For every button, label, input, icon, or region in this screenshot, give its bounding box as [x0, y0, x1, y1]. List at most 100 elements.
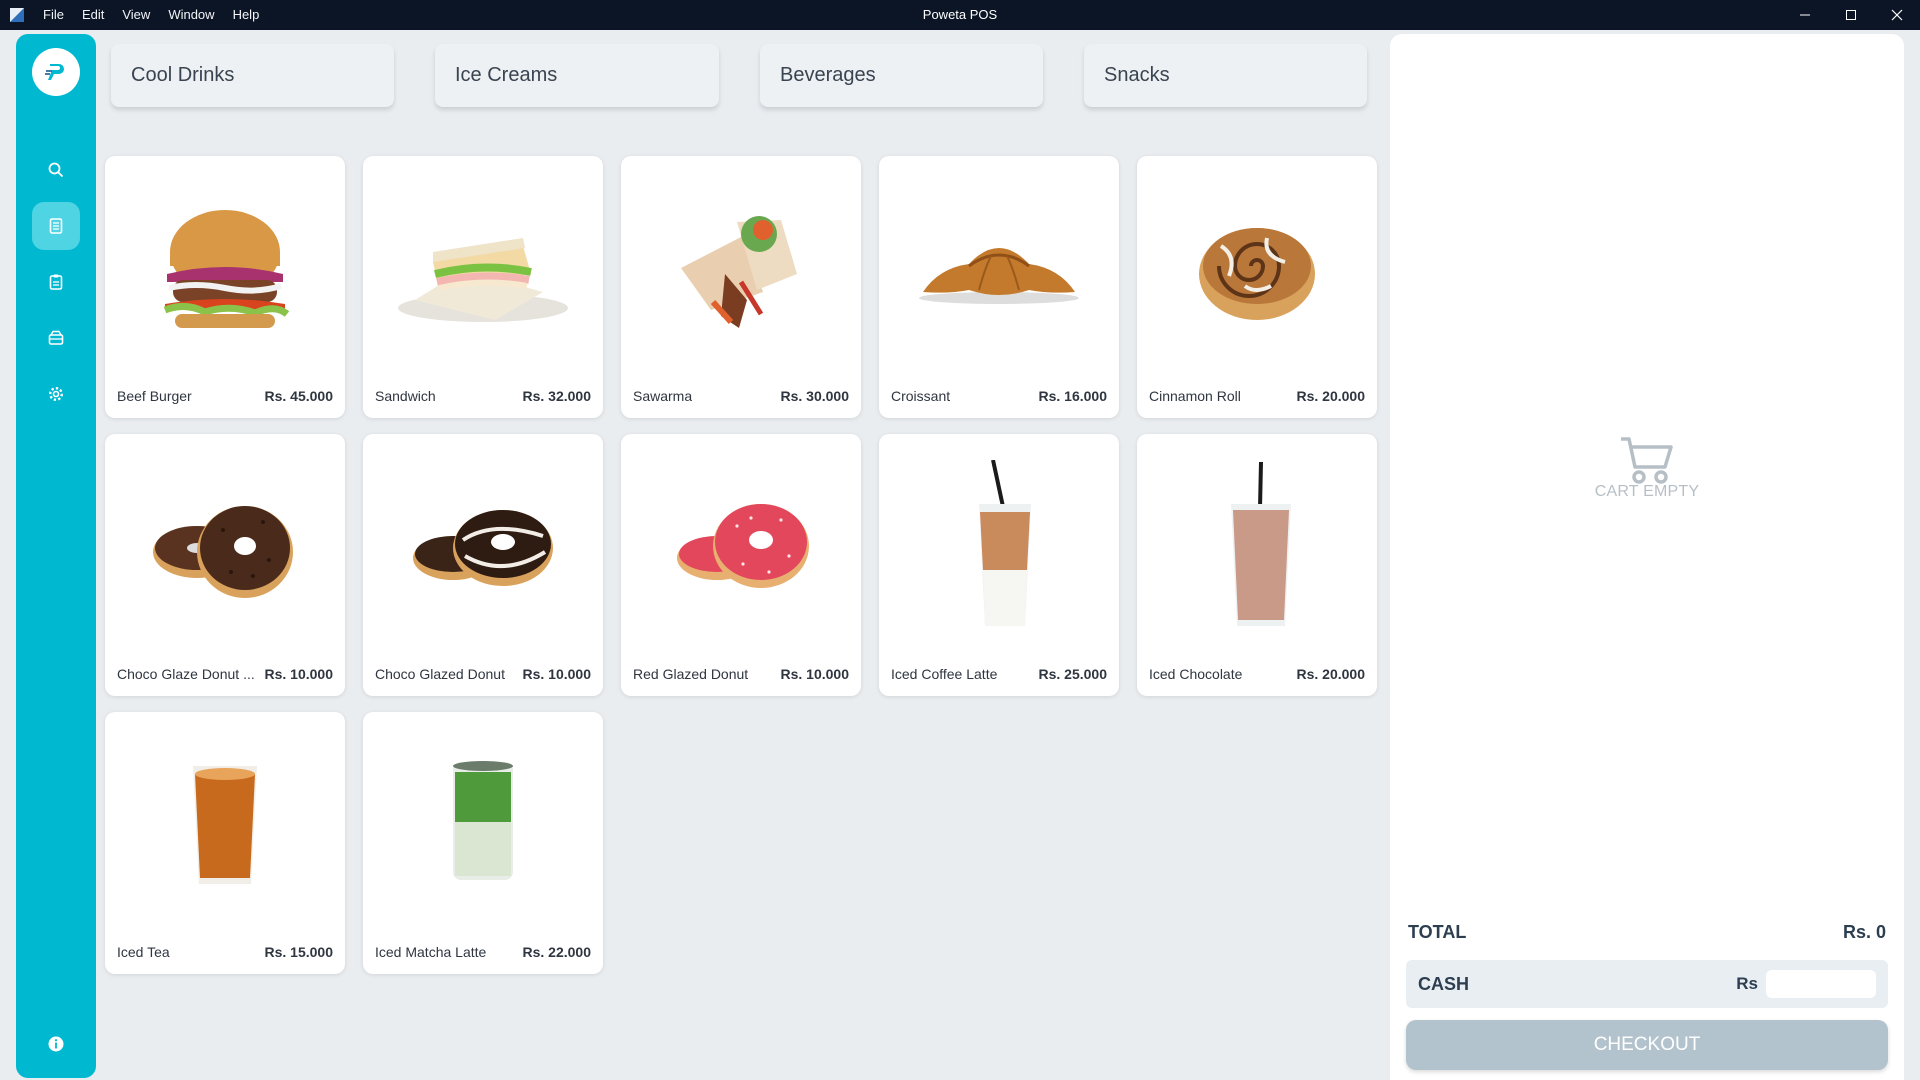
- category-tab-beverages[interactable]: Beverages: [760, 44, 1043, 107]
- product-card-sandwich[interactable]: Sandwich Rs. 32.000: [363, 156, 603, 418]
- product-image: [383, 452, 583, 638]
- product-card-iced-chocolate[interactable]: Iced Chocolate Rs. 20.000: [1137, 434, 1377, 696]
- window-controls: [1782, 0, 1920, 30]
- minimize-button[interactable]: [1782, 0, 1828, 30]
- cart-icon: [1621, 437, 1673, 484]
- sidebar: [16, 34, 96, 1078]
- category-tab-ice-creams[interactable]: Ice Creams: [435, 44, 719, 107]
- product-price: Rs. 10.000: [264, 666, 334, 682]
- maximize-icon: [1846, 10, 1856, 20]
- product-image: [641, 452, 841, 638]
- product-name: Iced Matcha Latte: [375, 944, 487, 960]
- product-name: Cinnamon Roll: [1149, 388, 1241, 404]
- product-name: Iced Chocolate: [1149, 666, 1243, 682]
- menu-help[interactable]: Help: [224, 0, 269, 30]
- sidebar-item-search[interactable]: [32, 146, 80, 194]
- product-name: Sawarma: [633, 388, 693, 404]
- product-price: Rs. 20.000: [1296, 666, 1366, 682]
- product-image: [899, 452, 1099, 638]
- product-price: Rs. 25.000: [1038, 666, 1108, 682]
- donut-choco-sprinkle-image: [153, 506, 293, 598]
- iced-chocolate-image: [1231, 461, 1291, 626]
- product-card-cinnamon-roll[interactable]: Cinnamon Roll Rs. 20.000: [1137, 156, 1377, 418]
- menu-bar: File Edit View Window Help: [34, 0, 268, 30]
- burger-image: [163, 210, 290, 328]
- info-button[interactable]: [32, 1020, 80, 1068]
- product-card-iced-matcha-latte[interactable]: Iced Matcha Latte Rs. 22.000: [363, 712, 603, 974]
- product-price: Rs. 20.000: [1296, 388, 1366, 404]
- inventory-icon: [48, 330, 64, 345]
- menu-view[interactable]: View: [113, 0, 159, 30]
- sidebar-item-inventory[interactable]: [32, 314, 80, 362]
- sandwich-image: [398, 238, 568, 322]
- iced-latte-image: [979, 460, 1031, 626]
- product-image: [641, 174, 841, 360]
- total-value: Rs. 0: [1842, 922, 1886, 942]
- sidebar-item-clipboard[interactable]: [32, 258, 80, 306]
- cash-input[interactable]: [1766, 970, 1876, 998]
- minimize-icon: [1800, 14, 1810, 16]
- product-price: Rs. 10.000: [780, 666, 850, 682]
- poweta-logo-icon: [45, 64, 64, 80]
- wrap-image: [681, 216, 797, 328]
- croissant-image: [919, 248, 1079, 304]
- window-title: Poweta POS: [922, 7, 998, 22]
- product-image: [125, 452, 325, 638]
- cart-panel: CART EMPTY TOTAL Rs. 0 CASH Rs CHECKOUT: [1390, 34, 1904, 1080]
- product-image: [1157, 174, 1357, 360]
- title-bar: Poweta POS File Edit View Window Help: [0, 0, 1920, 30]
- info-icon: [48, 1036, 64, 1052]
- product-price: Rs. 30.000: [780, 388, 850, 404]
- sidebar-item-settings[interactable]: [32, 370, 80, 418]
- product-name: Iced Tea: [117, 944, 170, 960]
- maximize-button[interactable]: [1828, 0, 1874, 30]
- product-image: [1157, 452, 1357, 638]
- cart-empty-state: CART EMPTY: [1390, 429, 1904, 501]
- total-label: TOTAL: [1408, 922, 1467, 942]
- menu-edit[interactable]: Edit: [73, 0, 113, 30]
- gear-icon: [48, 386, 64, 402]
- product-name: Beef Burger: [117, 388, 192, 404]
- search-icon: [48, 162, 64, 178]
- product-card-croissant[interactable]: Croissant Rs. 16.000: [879, 156, 1119, 418]
- product-price: Rs. 16.000: [1038, 388, 1108, 404]
- product-price: Rs. 22.000: [522, 944, 592, 960]
- cash-currency: Rs: [1736, 974, 1758, 993]
- product-card-beef-burger[interactable]: Beef Burger Rs. 45.000: [105, 156, 345, 418]
- product-image: [383, 730, 583, 916]
- product-price: Rs. 45.000: [264, 388, 334, 404]
- iced-matcha-image: [453, 761, 513, 880]
- product-name: Iced Coffee Latte: [891, 666, 998, 682]
- product-price: Rs. 15.000: [264, 944, 334, 960]
- product-image: [899, 174, 1099, 360]
- product-image: [383, 174, 583, 360]
- product-name: Red Glazed Donut: [633, 666, 749, 682]
- donut-red-image: [677, 504, 809, 588]
- menu-file[interactable]: File: [34, 0, 73, 30]
- product-name: Croissant: [891, 388, 951, 404]
- product-card-sawarma[interactable]: Sawarma Rs. 30.000: [621, 156, 861, 418]
- category-tab-snacks[interactable]: Snacks: [1084, 44, 1367, 107]
- product-card-choco-glazed-donut[interactable]: Choco Glazed Donut Rs. 10.000: [363, 434, 603, 696]
- checkout-button[interactable]: CHECKOUT: [1406, 1020, 1888, 1070]
- iced-tea-image: [193, 766, 257, 884]
- orders-icon: [49, 218, 63, 234]
- product-name: Choco Glaze Donut ...: [117, 666, 255, 682]
- menu-window[interactable]: Window: [159, 0, 223, 30]
- product-card-choco-glaze-donut-sprinkle[interactable]: Choco Glaze Donut ... Rs. 10.000: [105, 434, 345, 696]
- cash-row: CASH Rs: [1406, 960, 1888, 1008]
- sidebar-item-orders[interactable]: [32, 202, 80, 250]
- scrollbar[interactable]: [1912, 30, 1920, 1080]
- cash-label: CASH: [1418, 973, 1470, 994]
- product-card-iced-coffee-latte[interactable]: Iced Coffee Latte Rs. 25.000: [879, 434, 1119, 696]
- cart-empty-label: CART EMPTY: [1594, 483, 1700, 500]
- cinnamon-roll-image: [1199, 228, 1315, 320]
- donut-choco-image: [413, 510, 553, 586]
- product-card-iced-tea[interactable]: Iced Tea Rs. 15.000: [105, 712, 345, 974]
- product-card-red-glazed-donut[interactable]: Red Glazed Donut Rs. 10.000: [621, 434, 861, 696]
- category-tab-cool-drinks[interactable]: Cool Drinks: [111, 44, 394, 107]
- app-icon: [8, 6, 26, 24]
- close-icon: [1891, 9, 1903, 21]
- app-logo[interactable]: [32, 48, 80, 96]
- close-button[interactable]: [1874, 0, 1920, 30]
